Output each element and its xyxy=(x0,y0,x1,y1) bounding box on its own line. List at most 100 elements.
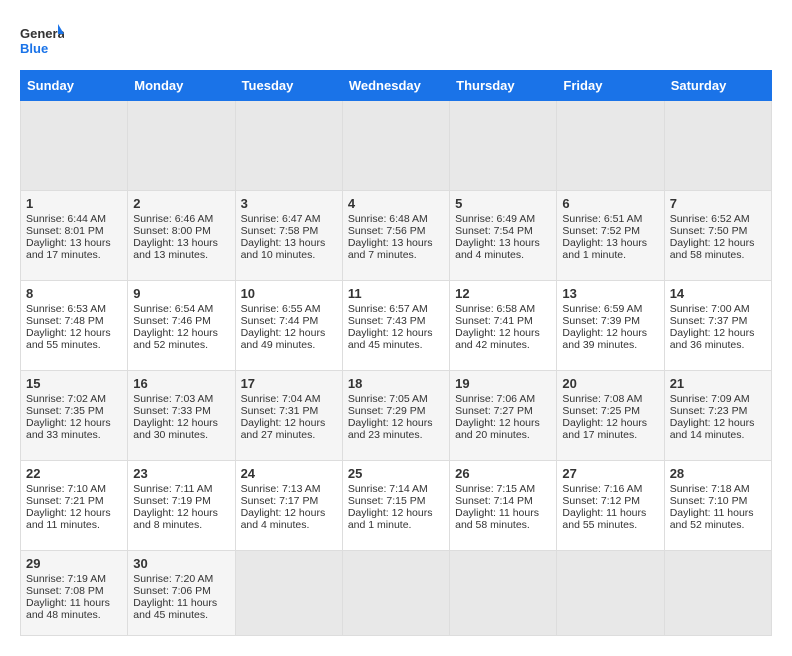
calendar-day-cell xyxy=(342,101,449,191)
day-info: and 11 minutes. xyxy=(26,519,122,531)
day-info: and 33 minutes. xyxy=(26,429,122,441)
calendar-day-cell: 11Sunrise: 6:57 AMSunset: 7:43 PMDayligh… xyxy=(342,281,449,371)
day-info: Sunrise: 6:52 AM xyxy=(670,213,766,225)
day-info: Daylight: 13 hours xyxy=(455,237,551,249)
day-number: 1 xyxy=(26,196,122,211)
calendar-day-cell: 4Sunrise: 6:48 AMSunset: 7:56 PMDaylight… xyxy=(342,191,449,281)
calendar-day-cell xyxy=(450,101,557,191)
calendar-day-cell xyxy=(664,101,771,191)
calendar-day-cell: 6Sunrise: 6:51 AMSunset: 7:52 PMDaylight… xyxy=(557,191,664,281)
calendar-day-cell: 7Sunrise: 6:52 AMSunset: 7:50 PMDaylight… xyxy=(664,191,771,281)
day-info: Sunrise: 7:19 AM xyxy=(26,573,122,585)
weekday-header-tuesday: Tuesday xyxy=(235,71,342,101)
day-number: 25 xyxy=(348,466,444,481)
day-number: 6 xyxy=(562,196,658,211)
day-info: and 52 minutes. xyxy=(133,339,229,351)
calendar-week-row: 1Sunrise: 6:44 AMSunset: 8:01 PMDaylight… xyxy=(21,191,772,281)
calendar-week-row: 8Sunrise: 6:53 AMSunset: 7:48 PMDaylight… xyxy=(21,281,772,371)
day-number: 28 xyxy=(670,466,766,481)
day-info: Sunset: 7:08 PM xyxy=(26,585,122,597)
day-info: Daylight: 12 hours xyxy=(562,417,658,429)
day-info: and 7 minutes. xyxy=(348,249,444,261)
day-number: 18 xyxy=(348,376,444,391)
day-info: Sunset: 7:29 PM xyxy=(348,405,444,417)
day-number: 9 xyxy=(133,286,229,301)
day-number: 20 xyxy=(562,376,658,391)
page-header: General Blue xyxy=(20,20,772,60)
calendar-week-row: 15Sunrise: 7:02 AMSunset: 7:35 PMDayligh… xyxy=(21,371,772,461)
day-info: Sunset: 7:46 PM xyxy=(133,315,229,327)
day-info: Sunset: 7:25 PM xyxy=(562,405,658,417)
day-info: Sunrise: 7:09 AM xyxy=(670,393,766,405)
weekday-header-sunday: Sunday xyxy=(21,71,128,101)
day-info: Sunset: 7:27 PM xyxy=(455,405,551,417)
calendar-day-cell: 20 Sunrise: 7:08 AMSunset: 7:25 PMDayligh… xyxy=(557,371,664,461)
day-info: Daylight: 11 hours xyxy=(133,597,229,609)
day-info: Sunset: 7:52 PM xyxy=(562,225,658,237)
day-info: and 58 minutes. xyxy=(455,519,551,531)
calendar-day-cell: 29Sunrise: 7:19 AMSunset: 7:08 PMDayligh… xyxy=(21,551,128,636)
weekday-header-friday: Friday xyxy=(557,71,664,101)
day-info: Sunrise: 6:57 AM xyxy=(348,303,444,315)
logo-svg: General Blue xyxy=(20,20,64,60)
day-info: Sunset: 7:21 PM xyxy=(26,495,122,507)
day-info: Sunrise: 7:14 AM xyxy=(348,483,444,495)
day-info: Sunrise: 6:54 AM xyxy=(133,303,229,315)
calendar-day-cell xyxy=(557,551,664,636)
day-info: Sunrise: 7:13 AM xyxy=(241,483,337,495)
day-info: and 39 minutes. xyxy=(562,339,658,351)
day-info: Daylight: 12 hours xyxy=(348,327,444,339)
day-number: 7 xyxy=(670,196,766,211)
day-number: 2 xyxy=(133,196,229,211)
day-info: Sunset: 7:44 PM xyxy=(241,315,337,327)
day-info: Daylight: 12 hours xyxy=(26,507,122,519)
calendar-day-cell: 24Sunrise: 7:13 AMSunset: 7:17 PMDayligh… xyxy=(235,461,342,551)
calendar-day-cell: 8Sunrise: 6:53 AMSunset: 7:48 PMDaylight… xyxy=(21,281,128,371)
day-number: 4 xyxy=(348,196,444,211)
day-number: 29 xyxy=(26,556,122,571)
day-info: Sunset: 7:17 PM xyxy=(241,495,337,507)
calendar-day-cell: 5Sunrise: 6:49 AMSunset: 7:54 PMDaylight… xyxy=(450,191,557,281)
day-info: Sunrise: 7:05 AM xyxy=(348,393,444,405)
day-info: Daylight: 13 hours xyxy=(26,237,122,249)
day-number: 21 xyxy=(670,376,766,391)
day-info: Sunset: 7:15 PM xyxy=(348,495,444,507)
day-info: and 17 minutes. xyxy=(562,429,658,441)
day-info: Sunset: 7:39 PM xyxy=(562,315,658,327)
calendar-week-row: 29 Sunrise: 7:19 AMSunset: 7:08 PM Dayligh… xyxy=(21,551,772,636)
day-info: Daylight: 12 hours xyxy=(562,327,658,339)
calendar-day-cell xyxy=(235,101,342,191)
weekday-header-wednesday: Wednesday xyxy=(342,71,449,101)
day-info: Sunrise: 7:08 AM xyxy=(562,393,658,405)
day-number: 24 xyxy=(241,466,337,481)
day-number: 16 xyxy=(133,376,229,391)
calendar-day-cell: 18Sunrise: 7:05 AMSunset: 7:29 PMDayligh… xyxy=(342,371,449,461)
day-info: Sunrise: 6:58 AM xyxy=(455,303,551,315)
day-info: and 14 minutes. xyxy=(670,429,766,441)
calendar-day-cell: 25Sunrise: 7:14 AMSunset: 7:15 PMDayligh… xyxy=(342,461,449,551)
day-info: Sunset: 7:14 PM xyxy=(455,495,551,507)
day-info: and 4 minutes. xyxy=(455,249,551,261)
calendar-day-cell xyxy=(342,551,449,636)
day-info: and 17 minutes. xyxy=(26,249,122,261)
calendar-day-cell: 22Sunrise: 7:10 AMSunset: 7:21 PMDayligh… xyxy=(21,461,128,551)
calendar-week-row: 22Sunrise: 7:10 AMSunset: 7:21 PMDayligh… xyxy=(21,461,772,551)
day-info: Sunrise: 7:04 AM xyxy=(241,393,337,405)
day-info: Sunrise: 7:06 AM xyxy=(455,393,551,405)
day-info: Sunset: 7:12 PM xyxy=(562,495,658,507)
day-info: Daylight: 12 hours xyxy=(26,327,122,339)
day-info: Sunrise: 6:47 AM xyxy=(241,213,337,225)
day-info: Sunset: 7:35 PM xyxy=(26,405,122,417)
day-info: Sunrise: 7:15 AM xyxy=(455,483,551,495)
day-info: Daylight: 12 hours xyxy=(455,417,551,429)
day-info: and 45 minutes. xyxy=(133,609,229,621)
day-info: Sunrise: 7:16 AM xyxy=(562,483,658,495)
day-info: Sunrise: 7:11 AM xyxy=(133,483,229,495)
day-info: Sunrise: 6:49 AM xyxy=(455,213,551,225)
calendar-day-cell: 19Sunrise: 7:06 AMSunset: 7:27 PMDayligh… xyxy=(450,371,557,461)
calendar-day-cell: 2Sunrise: 6:46 AMSunset: 8:00 PMDaylight… xyxy=(128,191,235,281)
calendar-day-cell: 21Sunrise: 7:09 AMSunset: 7:23 PMDayligh… xyxy=(664,371,771,461)
calendar-table: SundayMondayTuesdayWednesdayThursdayFrid… xyxy=(20,70,772,636)
day-info: and 8 minutes. xyxy=(133,519,229,531)
day-info: Sunset: 8:00 PM xyxy=(133,225,229,237)
